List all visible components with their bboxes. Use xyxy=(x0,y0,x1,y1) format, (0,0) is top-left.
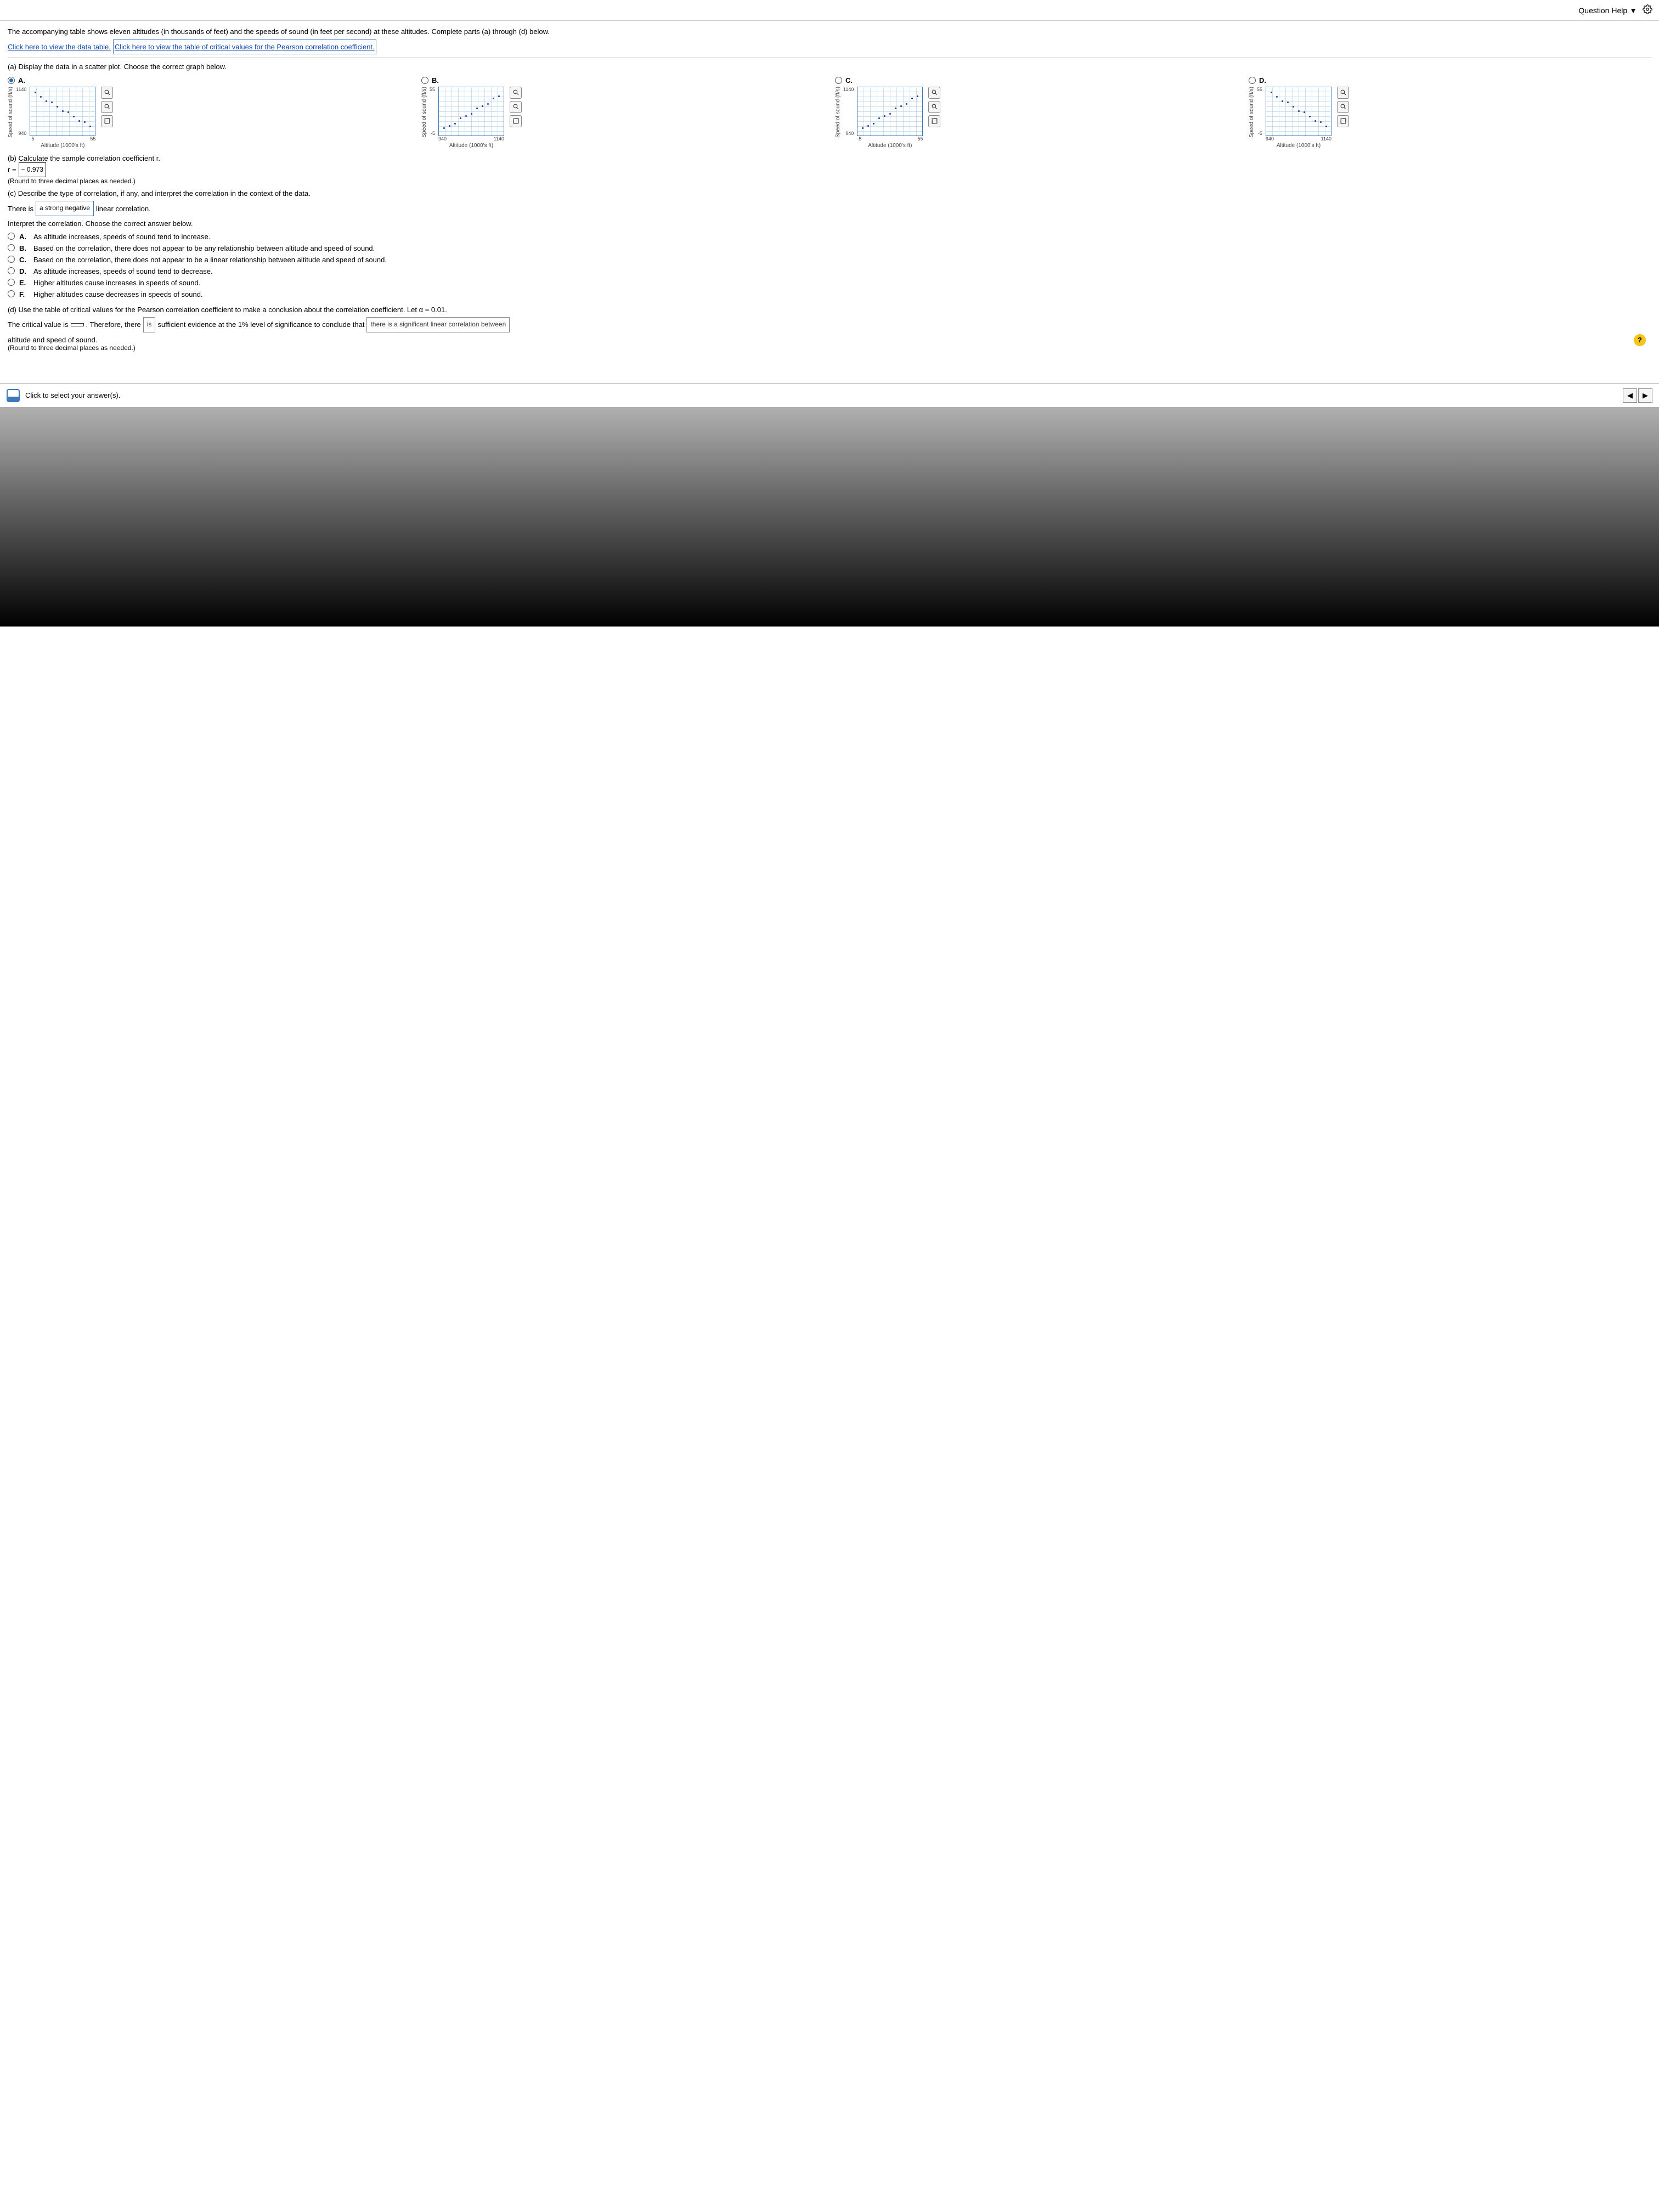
y-axis-label: Speed of sound (ft/s) xyxy=(8,87,14,138)
choice-letter: B. xyxy=(19,244,29,252)
interpret-prompt: Interpret the correlation. Choose the co… xyxy=(8,219,1651,228)
footer-prompt: Click to select your answer(s). xyxy=(25,391,120,399)
data-table-link[interactable]: Click here to view the data table. xyxy=(8,41,111,53)
choice-e: E. Higher altitudes cause increases in s… xyxy=(8,277,1651,289)
graph-option-b: B. Speed of sound (ft/s) 55-5 9401140 Al… xyxy=(421,76,824,149)
progress-icon[interactable] xyxy=(7,389,20,402)
option-letter: C. xyxy=(845,76,853,84)
evidence-dropdown-2[interactable]: there is a significant linear correlatio… xyxy=(366,317,510,332)
choice-letter: E. xyxy=(19,279,29,287)
scatter-plot xyxy=(857,87,923,136)
zoom-out-icon[interactable] xyxy=(1337,101,1349,113)
d-s2: . Therefore, there xyxy=(86,318,141,331)
part-d: (d) Use the table of critical values for… xyxy=(8,306,1651,352)
option-letter: A. xyxy=(18,76,25,84)
d-s1: The critical value is xyxy=(8,318,69,331)
choice-f: F. Higher altitudes cause decreases in s… xyxy=(8,289,1651,300)
x-axis-label: Altitude (1000's ft) xyxy=(868,143,912,149)
critical-value-input[interactable] xyxy=(71,323,84,326)
x-axis-label: Altitude (1000's ft) xyxy=(1277,143,1321,149)
part-c: (c) Describe the type of correlation, if… xyxy=(8,189,1651,300)
x-axis-label: Altitude (1000's ft) xyxy=(41,143,84,149)
zoom-in-icon[interactable] xyxy=(101,87,113,99)
part-a-prompt: (a) Display the data in a scatter plot. … xyxy=(8,63,1651,71)
y-axis-label: Speed of sound (ft/s) xyxy=(421,87,427,138)
header-bar: Question Help ▼ xyxy=(0,0,1659,21)
evidence-dropdown-1[interactable]: is xyxy=(143,317,156,332)
choice-a: A. As altitude increases, speeds of soun… xyxy=(8,231,1651,242)
help-badge[interactable]: ? xyxy=(1634,334,1646,346)
choice-letter: D. xyxy=(19,267,29,275)
x-axis-label: Altitude (1000's ft) xyxy=(449,143,493,149)
expand-icon[interactable] xyxy=(928,115,940,127)
zoom-out-icon[interactable] xyxy=(928,101,940,113)
zoom-out-icon[interactable] xyxy=(510,101,522,113)
radio-option-a[interactable] xyxy=(8,77,15,84)
graph-option-c: C. Speed of sound (ft/s) 1140940 -555 Al… xyxy=(835,76,1238,149)
expand-icon[interactable] xyxy=(101,115,113,127)
choice-letter: A. xyxy=(19,233,29,241)
scatter-plot xyxy=(1266,87,1331,136)
radio-choice-f[interactable] xyxy=(8,290,15,297)
choice-text: As altitude increases, speeds of sound t… xyxy=(33,267,213,275)
chevron-down-icon: ▼ xyxy=(1629,6,1637,15)
part-d-round-note: (Round to three decimal places as needed… xyxy=(8,344,1651,352)
choice-text: Higher altitudes cause decreases in spee… xyxy=(33,290,203,298)
next-button[interactable]: ▶ xyxy=(1638,388,1652,403)
r-value-input[interactable]: − 0.973 xyxy=(19,162,46,178)
radio-option-c[interactable] xyxy=(835,77,842,84)
gear-icon[interactable] xyxy=(1643,4,1652,16)
below-screen-area xyxy=(0,407,1659,627)
radio-choice-b[interactable] xyxy=(8,244,15,251)
y-axis-label: Speed of sound (ft/s) xyxy=(1249,87,1255,138)
radio-choice-c[interactable] xyxy=(8,256,15,263)
d-s4: altitude and speed of sound. xyxy=(8,336,1651,344)
part-d-prompt: (d) Use the table of critical values for… xyxy=(8,306,1651,314)
zoom-in-icon[interactable] xyxy=(928,87,940,99)
choice-text: Based on the correlation, there does not… xyxy=(33,256,387,264)
choice-text: Based on the correlation, there does not… xyxy=(33,244,375,252)
radio-choice-a[interactable] xyxy=(8,233,15,240)
part-b: (b) Calculate the sample correlation coe… xyxy=(8,154,1651,185)
choice-letter: C. xyxy=(19,256,29,264)
option-letter: D. xyxy=(1259,76,1266,84)
graph-option-d: D. Speed of sound (ft/s) 55-5 9401140 Al… xyxy=(1249,76,1651,149)
choice-letter: F. xyxy=(19,290,29,298)
radio-option-d[interactable] xyxy=(1249,77,1256,84)
part-b-round-note: (Round to three decimal places as needed… xyxy=(8,177,1651,185)
choice-text: Higher altitudes cause increases in spee… xyxy=(33,279,200,287)
critical-values-link[interactable]: Click here to view the table of critical… xyxy=(113,40,376,54)
option-letter: B. xyxy=(432,76,439,84)
part-b-prompt: (b) Calculate the sample correlation coe… xyxy=(8,154,1651,162)
footer-bar: Click to select your answer(s). ◀ ▶ xyxy=(0,383,1659,407)
zoom-in-icon[interactable] xyxy=(510,87,522,99)
question-help-label: Question Help xyxy=(1578,6,1627,15)
choice-c: C. Based on the correlation, there does … xyxy=(8,254,1651,266)
choice-text: As altitude increases, speeds of sound t… xyxy=(33,233,210,241)
graph-option-a: A. Speed of sound (ft/s) 1140940 -555 Al… xyxy=(8,76,410,149)
d-s3: sufficient evidence at the 1% level of s… xyxy=(157,318,364,331)
r-prefix: r = xyxy=(8,163,16,176)
intro-text: The accompanying table shows eleven alti… xyxy=(8,26,1651,37)
scatter-plot xyxy=(30,87,95,136)
expand-icon[interactable] xyxy=(1337,115,1349,127)
choice-b: B. Based on the correlation, there does … xyxy=(8,242,1651,254)
part-c-prompt: (c) Describe the type of correlation, if… xyxy=(8,189,1651,198)
radio-choice-e[interactable] xyxy=(8,279,15,286)
choice-d: D. As altitude increases, speeds of soun… xyxy=(8,266,1651,277)
radio-option-b[interactable] xyxy=(421,77,428,84)
content-area: The accompanying table shows eleven alti… xyxy=(0,21,1659,362)
y-axis-label: Speed of sound (ft/s) xyxy=(835,87,841,138)
correlation-type-dropdown[interactable]: a strong negative xyxy=(36,201,94,216)
question-help-button[interactable]: Question Help ▼ xyxy=(1578,6,1637,15)
zoom-out-icon[interactable] xyxy=(101,101,113,113)
expand-icon[interactable] xyxy=(510,115,522,127)
prev-button[interactable]: ◀ xyxy=(1623,388,1637,403)
c-sentence-prefix: There is xyxy=(8,202,33,215)
scatter-plot xyxy=(438,87,504,136)
radio-choice-d[interactable] xyxy=(8,267,15,274)
c-sentence-suffix: linear correlation. xyxy=(96,202,151,215)
zoom-in-icon[interactable] xyxy=(1337,87,1349,99)
part-a: (a) Display the data in a scatter plot. … xyxy=(8,63,1651,149)
